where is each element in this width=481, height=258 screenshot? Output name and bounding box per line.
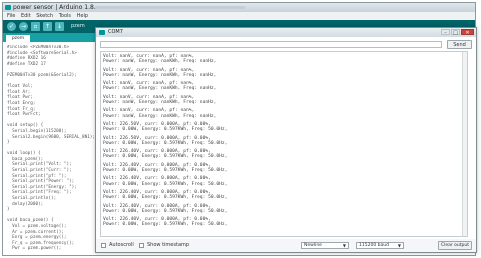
autoscroll-label: Autoscroll bbox=[109, 242, 134, 248]
serial-output-line: Power: 0.00W, Energy: 0.597KWh, Freq: 50… bbox=[103, 127, 228, 133]
close-icon[interactable]: ✕ bbox=[461, 29, 474, 36]
serial-output-line: Power: nanW, Energy: nanKWh, Freq: nanHz… bbox=[103, 113, 217, 119]
new-sketch-icon[interactable]: ▫ bbox=[31, 22, 40, 31]
chevron-down-icon: ▼ bbox=[397, 243, 401, 248]
menu-help[interactable]: Help bbox=[77, 13, 88, 19]
line-ending-value: Newline bbox=[304, 243, 322, 248]
clear-output-button[interactable]: Clear output bbox=[438, 241, 472, 250]
minimize-icon[interactable]: – bbox=[441, 29, 450, 36]
serial-monitor-window: COM7 – □ ✕ Send Volt: nanV, curr: nanA, … bbox=[95, 27, 477, 253]
autoscroll-checkbox[interactable] bbox=[101, 243, 106, 248]
monitor-titlebar: COM7 – □ ✕ bbox=[96, 28, 476, 37]
serial-output-line: Power: 0.00W, Energy: 0.597KWh, Freq: 50… bbox=[103, 222, 228, 228]
maximize-icon[interactable]: □ bbox=[451, 29, 460, 36]
serial-output-line: Power: 0.00W, Energy: 0.597KWh, Freq: 50… bbox=[103, 154, 228, 160]
tab-pzem[interactable]: pzem bbox=[6, 35, 30, 42]
sketch-name-label: pzem bbox=[71, 23, 85, 29]
ide-title-blur bbox=[95, 6, 245, 9]
serial-output-line: Power: nanW, Energy: nanKWh, Freq: nanHz… bbox=[103, 59, 217, 65]
menu-edit[interactable]: Edit bbox=[21, 13, 31, 19]
serial-output-line: Power: 0.00W, Energy: 0.597KWh, Freq: 50… bbox=[103, 181, 228, 187]
verify-icon[interactable]: ✓ bbox=[7, 22, 16, 31]
show-timestamp-checkbox[interactable] bbox=[139, 243, 144, 248]
ide-menubar: File Edit Sketch Tools Help bbox=[3, 12, 475, 20]
baud-rate-select[interactable]: 115200 baud ▼ bbox=[356, 242, 404, 249]
serial-output-area[interactable]: Volt: nanV, curr: nanA, pf: nan%, Power: … bbox=[100, 51, 468, 237]
serial-output-text: Volt: nanV, curr: nanA, pf: nan%, Power: … bbox=[103, 54, 227, 231]
line-ending-select[interactable]: Newline ▼ bbox=[301, 242, 349, 249]
ide-titlebar: power sensor | Arduino 1.8. bbox=[3, 3, 475, 12]
menu-tools[interactable]: Tools bbox=[59, 13, 71, 19]
output-spacer bbox=[103, 228, 227, 231]
serial-input-field[interactable] bbox=[100, 41, 442, 48]
monitor-bottombar: Autoscroll Show timestamp Newline ▼ 1152… bbox=[96, 239, 476, 252]
upload-icon[interactable]: → bbox=[19, 22, 28, 31]
ide-window-title: power sensor | Arduino 1.8. bbox=[13, 4, 96, 11]
baud-rate-value: 115200 baud bbox=[359, 243, 389, 248]
monitor-title: COM7 bbox=[108, 29, 123, 35]
code-line: Serial2.begin(9600, SERIAL_8N1); bbox=[7, 134, 95, 140]
code-editor[interactable]: #include <PZEM004Tv30.h> #include <Softwa… bbox=[7, 45, 107, 250]
window-controls: – □ ✕ bbox=[440, 29, 474, 36]
serial-output-line: Volt: 226.40V, curr: 0.000A, pf: 0.00%, bbox=[103, 176, 211, 182]
serial-output-line: Power: nanW, Energy: nanKWh, Freq: nanHz… bbox=[103, 100, 217, 106]
serial-output-line: Power: 0.00W, Energy: 0.597KWh, Freq: 50… bbox=[103, 208, 228, 214]
serial-output-line: Power: 0.00W, Energy: 0.597KWh, Freq: 50… bbox=[103, 140, 228, 146]
serial-output-line: Power: 0.00W, Energy: 0.597KWh, Freq: 50… bbox=[103, 168, 228, 174]
arduino-app-icon bbox=[99, 30, 105, 35]
menu-sketch[interactable]: Sketch bbox=[36, 13, 53, 19]
code-line: Pwr = pzem.power(); bbox=[7, 246, 62, 250]
show-timestamp-label: Show timestamp bbox=[147, 242, 190, 248]
save-sketch-icon[interactable]: ↓ bbox=[55, 22, 64, 31]
output-scrollbar[interactable] bbox=[462, 52, 467, 236]
send-button[interactable]: Send bbox=[447, 40, 472, 49]
menu-file[interactable]: File bbox=[7, 13, 15, 19]
chevron-down-icon: ▼ bbox=[342, 243, 346, 248]
open-sketch-icon[interactable]: ↑ bbox=[43, 22, 52, 31]
serial-output-line: Power: nanW, Energy: nanKWh, Freq: nanHz… bbox=[103, 72, 217, 78]
serial-output-line: Power: nanW, Energy: nanKWh, Freq: nanHz… bbox=[103, 86, 217, 92]
serial-output-line: Power: 0.00W, Energy: 0.597KWh, Freq: 50… bbox=[103, 195, 228, 201]
arduino-app-icon bbox=[5, 5, 11, 10]
